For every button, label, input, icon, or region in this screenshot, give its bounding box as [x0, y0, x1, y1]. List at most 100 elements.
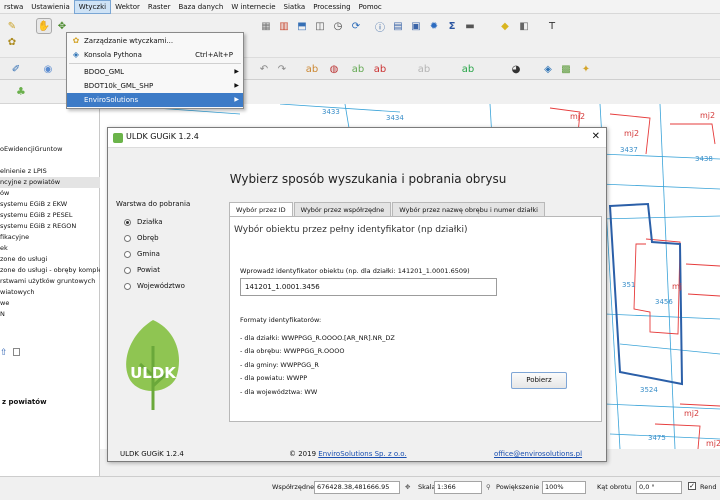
text-tool-icon[interactable]: T [544, 18, 560, 34]
scale-field[interactable]: 1:366 [434, 481, 482, 494]
python-icon[interactable]: ◈ [540, 61, 556, 77]
globe-plugin-icon[interactable]: ◕ [508, 61, 524, 77]
option-dzialka[interactable]: Działka [116, 214, 212, 230]
layer-tree-icon[interactable]: ♣ [16, 85, 26, 98]
menu-vector[interactable]: Wektor [111, 0, 144, 14]
field-calculator-icon[interactable]: ▣ [408, 18, 424, 34]
render-checkbox[interactable]: ✓ [688, 482, 696, 490]
id-input[interactable]: 141201_1.0001.3456 [240, 278, 497, 296]
digitize-icon[interactable]: ◉ [40, 61, 56, 77]
layer-item[interactable]: systemu EGiB z PESEL [0, 210, 100, 221]
menu-item-manage-plugins[interactable]: ✿ Zarządzanie wtyczkami... [67, 34, 243, 48]
layer-item[interactable]: zone do usługi [0, 254, 100, 265]
close-icon[interactable]: ✕ [592, 131, 600, 142]
menu-item-bdoo-gml[interactable]: BDOO_GML ▶ [67, 65, 243, 79]
label-show-icon[interactable]: ab [460, 61, 476, 77]
tab-by-id[interactable]: Wybór przez ID [229, 202, 293, 217]
map-tool-icon[interactable]: ✎ [4, 18, 20, 34]
menu-help[interactable]: Pomoc [355, 0, 386, 14]
menu-database[interactable]: Baza danych [174, 0, 227, 14]
menu-raster[interactable]: Raster [144, 0, 175, 14]
show-bookmarks-icon[interactable]: ◫ [312, 18, 328, 34]
menu-mesh[interactable]: Siatka [280, 0, 310, 14]
coords-field[interactable]: 676428.38,481666.95 [314, 481, 400, 494]
edit-icon[interactable]: ✐ [8, 61, 24, 77]
layer-item[interactable]: we [0, 298, 100, 309]
magnifier-icon[interactable]: ⚲ [486, 483, 491, 491]
settings-gear-icon[interactable]: ✹ [426, 18, 442, 34]
plugin-icon[interactable]: ✿ [4, 34, 20, 50]
layer-item[interactable]: wiatowych [0, 287, 100, 298]
scale-lock-icon[interactable]: ✥ [405, 483, 410, 491]
refresh-icon[interactable]: ⟳ [348, 18, 364, 34]
option-obreb[interactable]: Obręb [116, 230, 212, 246]
menu-item-bdot10k[interactable]: BDOT10k_GML_SHP ▶ [67, 79, 243, 93]
layer-item[interactable]: zone do usługi - obręby komple [0, 265, 100, 276]
option-powiat[interactable]: Powiat [116, 262, 212, 278]
radio-button[interactable] [124, 218, 131, 226]
layer-item[interactable]: rstwami użytków gruntowych [0, 276, 100, 287]
menu-processing[interactable]: Processing [309, 0, 354, 14]
misc-plugin-icon[interactable]: ✦ [578, 61, 594, 77]
parcel-label: 3524 [640, 386, 658, 394]
layer-item[interactable]: systemu EGiB z REGON [0, 221, 100, 232]
label-rotate-icon[interactable]: ab [372, 61, 388, 77]
dialog-titlebar[interactable]: ULDK GUGiK 1.2.4 ✕ [108, 128, 606, 148]
menu-web[interactable]: W internecie [227, 0, 279, 14]
undo-icon[interactable]: ↶ [256, 61, 272, 77]
zoom-layer-icon[interactable]: ▥ [276, 18, 292, 34]
blank-icon [71, 81, 81, 91]
parcel-label: 3438 [695, 155, 713, 163]
label-change-icon[interactable]: ab [416, 61, 432, 77]
menu-layer[interactable]: rstwa [0, 0, 27, 14]
move-up-icon[interactable]: ⇧ [0, 348, 8, 358]
zoom-field[interactable]: 100% [542, 481, 586, 494]
menu-item-envirosolutions[interactable]: EnviroSolutions ▶ [67, 93, 243, 107]
python-console-icon: ◈ [72, 50, 80, 59]
parcel-label: 351 [622, 281, 635, 289]
email-link[interactable]: office@envirosolutions.pl [494, 450, 582, 458]
tab-by-coordinates[interactable]: Wybór przez współrzędne [293, 202, 392, 216]
text-annotation-icon[interactable]: ◧ [516, 18, 532, 34]
layer-item[interactable]: N [0, 309, 100, 320]
remove-layer-icon[interactable] [13, 348, 20, 356]
option-wojewodztwo[interactable]: Województwo [116, 278, 212, 294]
radio-button[interactable] [124, 282, 131, 290]
attribute-table-icon[interactable]: ▤ [390, 18, 406, 34]
plugins-dropdown-menu: ✿ Zarządzanie wtyczkami... ◈ Konsola Pyt… [66, 32, 244, 109]
label-abc-icon[interactable]: ab [304, 61, 320, 77]
layer-item[interactable]: ek [0, 243, 100, 254]
layer-item[interactable] [0, 155, 100, 166]
option-gmina[interactable]: Gmina [116, 246, 212, 262]
label-move-icon[interactable]: ab [350, 61, 366, 77]
layer-item[interactable]: ów [0, 188, 100, 199]
id-input-label: Wprowadź identyfikator obiektu (np. dla … [240, 267, 470, 275]
new-bookmark-icon[interactable]: ⬒ [294, 18, 310, 34]
temporal-clock-icon[interactable]: ◷ [330, 18, 346, 34]
radio-button[interactable] [124, 234, 131, 242]
zoom-full-icon[interactable]: ▦ [258, 18, 274, 34]
radio-button[interactable] [124, 250, 131, 258]
menu-plugins[interactable]: Wtyczki [73, 0, 112, 14]
download-button[interactable]: Pobierz [511, 372, 567, 389]
layer-item[interactable]: fikacyjne [0, 232, 100, 243]
identify-icon[interactable]: ⓘ [372, 18, 388, 34]
menu-settings[interactable]: Ustawienia [27, 0, 73, 14]
menu-item-python-console[interactable]: ◈ Konsola Pythona Ctrl+Alt+P [67, 48, 243, 62]
layer-item[interactable]: elnienie z LPIS [0, 166, 100, 177]
rotation-field[interactable]: 0,0 ° [636, 481, 682, 494]
uldk-logo: ULDK [126, 320, 180, 410]
redo-icon[interactable]: ↷ [274, 61, 290, 77]
label-pin-icon[interactable]: ◍ [326, 61, 342, 77]
radio-button[interactable] [124, 266, 131, 274]
measure-icon[interactable]: ▬ [462, 18, 478, 34]
tab-by-name[interactable]: Wybór przez nazwę obrębu i numer działki [392, 202, 545, 216]
statistics-sigma-icon[interactable]: Σ [444, 18, 460, 34]
layer-item[interactable]: systemu EGiB z EKW [0, 199, 100, 210]
layer-item[interactable]: ncyjne z powiatów [0, 177, 100, 188]
pan-hand-icon[interactable]: ✋ [36, 18, 52, 34]
uldk-plugin-icon[interactable]: ▩ [558, 61, 574, 77]
layer-item[interactable]: oEwidencjiGruntow [0, 144, 100, 155]
annotation-icon[interactable]: ◆ [497, 18, 513, 34]
company-link[interactable]: EnviroSolutions Sp. z o.o. [318, 450, 406, 458]
